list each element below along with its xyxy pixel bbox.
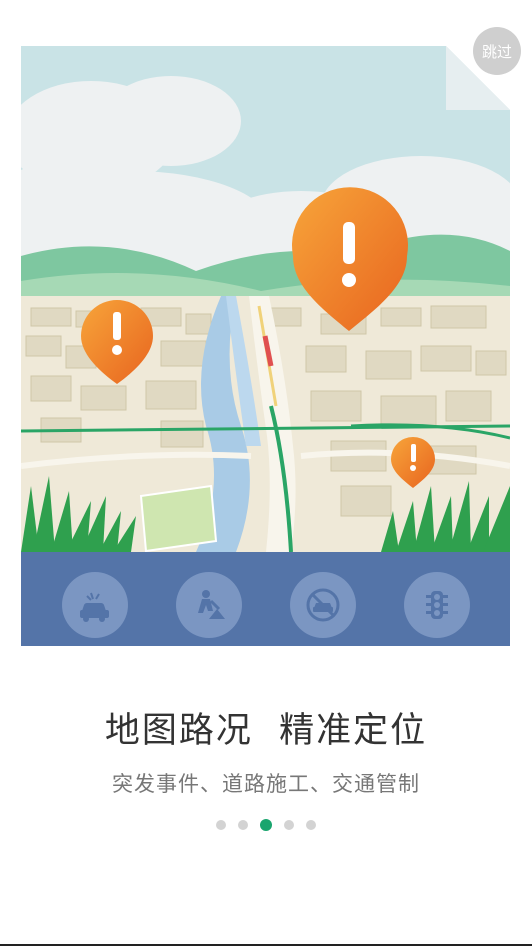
page-subtitle: 突发事件、道路施工、交通管制 [112, 772, 420, 796]
road-construction-icon [176, 572, 242, 638]
page-dot[interactable] [216, 820, 226, 830]
car-accident-icon [62, 572, 128, 638]
page-indicator [0, 819, 532, 831]
skip-button[interactable]: 跳过 [473, 27, 521, 75]
page-title: 地图路况 精准定位 [104, 711, 428, 751]
page-dot[interactable] [306, 820, 316, 830]
traffic-light-icon [404, 572, 470, 638]
no-vehicle-icon [290, 572, 356, 638]
onboarding-illustration [21, 46, 510, 646]
page-dot[interactable] [238, 820, 248, 830]
page-dot-active[interactable] [260, 819, 272, 831]
page-dot[interactable] [284, 820, 294, 830]
traffic-icon-bar [21, 552, 510, 646]
map-illustration [21, 46, 510, 552]
